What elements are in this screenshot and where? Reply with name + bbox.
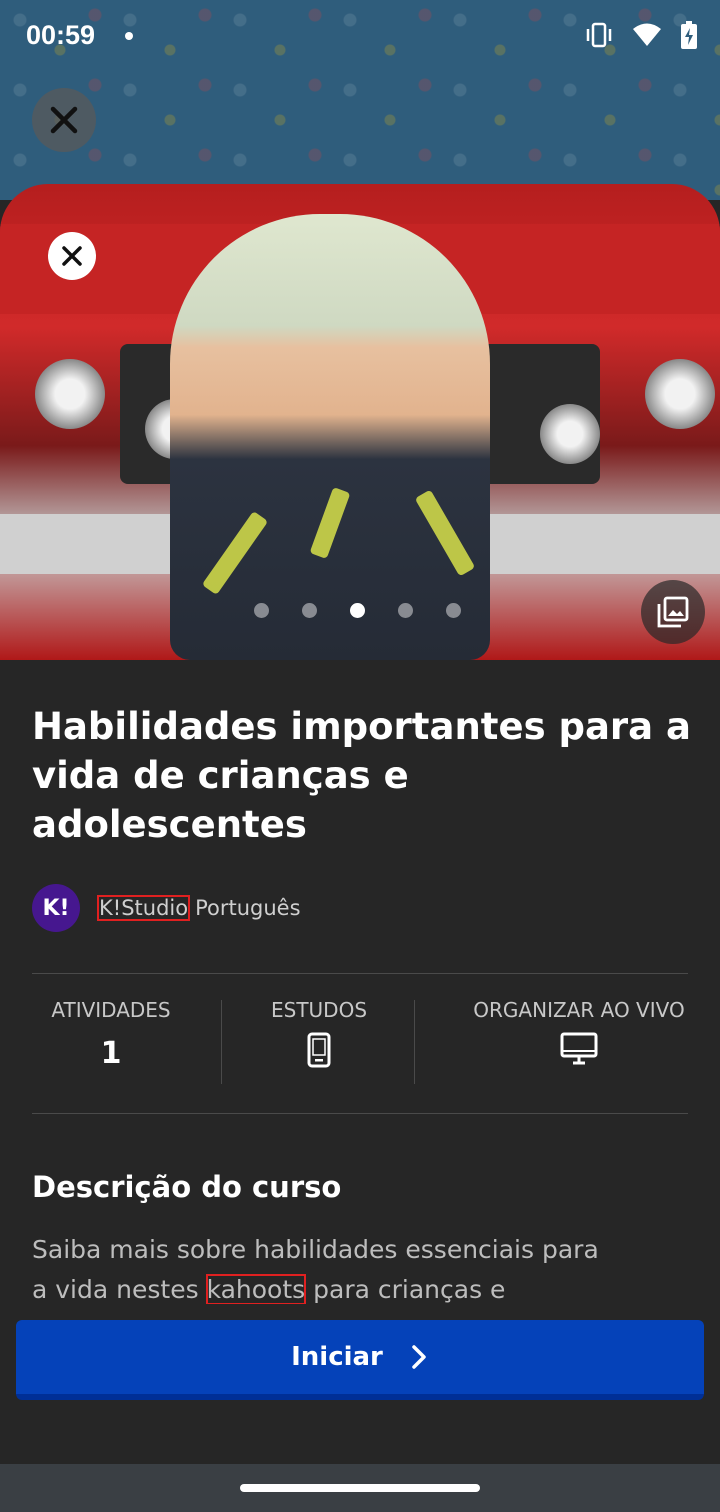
home-gesture-pill[interactable] <box>240 1484 480 1492</box>
system-navigation-bar <box>0 1464 720 1512</box>
author-avatar: K! <box>32 884 80 932</box>
course-stats: ATIVIDADES 1 ESTUDOS ORGANIZAR AO VIVO <box>0 998 720 1086</box>
close-button[interactable] <box>32 88 96 152</box>
stat-activities: ATIVIDADES 1 <box>32 998 190 1071</box>
author-name[interactable]: K!Studio <box>96 895 191 921</box>
carousel-dot[interactable] <box>398 603 413 618</box>
close-icon <box>62 246 82 266</box>
course-cover-image <box>0 184 720 660</box>
battery-icon <box>680 20 698 50</box>
author-row[interactable]: K! K!Studio Português <box>32 884 301 932</box>
wifi-icon <box>632 22 662 48</box>
gallery-button[interactable] <box>641 580 705 644</box>
desktop-icon <box>560 1032 598 1065</box>
smartphone-icon <box>307 1032 331 1068</box>
carousel-dot[interactable] <box>254 603 269 618</box>
divider <box>32 1113 688 1114</box>
carousel-indicators <box>254 603 461 618</box>
image-gallery-icon <box>657 596 689 628</box>
close-cover-button[interactable] <box>48 232 96 280</box>
stats-separator <box>414 1000 415 1084</box>
stat-live: ORGANIZAR AO VIVO <box>438 998 720 1066</box>
start-button[interactable]: Iniciar <box>16 1320 704 1400</box>
course-title: Habilidades importantes para a vida de c… <box>32 705 691 846</box>
carousel-dot-active[interactable] <box>350 603 365 618</box>
chevron-right-icon <box>412 1345 426 1369</box>
stat-activities-value: 1 <box>100 1036 122 1071</box>
divider <box>32 973 688 974</box>
firefighter-child-photo <box>170 214 490 660</box>
bottom-action-bar: Iniciar <box>0 1304 720 1464</box>
stat-activities-label: ATIVIDADES <box>51 998 171 1022</box>
carousel-dot[interactable] <box>302 603 317 618</box>
start-button-label: Iniciar <box>291 1342 383 1372</box>
description-line-1: Saiba mais sobre habilidades essenciais … <box>32 1235 599 1264</box>
stat-studies-label: ESTUDOS <box>270 998 368 1022</box>
status-time: 00:59 <box>26 20 96 50</box>
carousel-dot[interactable] <box>446 603 461 618</box>
description-text: Saiba mais sobre habilidades essenciais … <box>32 1230 692 1310</box>
vibrate-icon <box>584 20 614 50</box>
stat-live-label: ORGANIZAR AO VIVO <box>473 998 685 1022</box>
description-keyword: kahoots <box>205 1274 307 1305</box>
course-language: Português <box>195 896 301 920</box>
description-title: Descrição do curso <box>32 1170 342 1204</box>
close-icon <box>50 106 78 134</box>
stats-separator <box>221 1000 222 1084</box>
status-bar: 00:59 <box>0 0 720 72</box>
stat-studies: ESTUDOS <box>222 998 416 1068</box>
notification-dot <box>125 32 133 40</box>
